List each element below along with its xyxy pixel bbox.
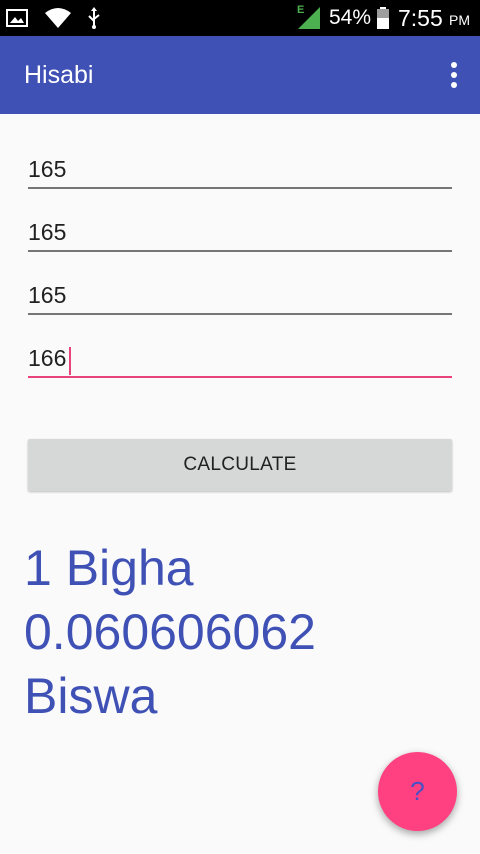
image-icon — [6, 0, 28, 36]
battery-percent: 54% — [329, 6, 372, 29]
input-field-2 — [28, 204, 452, 254]
overflow-menu-icon-dot — [451, 82, 457, 88]
number-input-2[interactable] — [28, 204, 452, 252]
result-line-1: 1 Bigha — [24, 540, 194, 596]
help-fab-button[interactable]: ? — [378, 752, 457, 831]
help-icon: ? — [410, 776, 425, 806]
overflow-menu-icon — [451, 62, 457, 68]
usb-icon — [86, 0, 102, 36]
input-field-3 — [28, 267, 452, 317]
app-bar: Hisabi — [0, 36, 480, 114]
status-bar: E 54% 7:55 PM — [0, 0, 480, 36]
number-input-1[interactable] — [28, 141, 452, 189]
calculate-button[interactable]: CALCULATE — [28, 439, 452, 491]
result-line-2: 0.060606062 — [24, 604, 316, 660]
app-title: Hisabi — [24, 61, 94, 89]
status-ampm: PM — [449, 12, 470, 28]
overflow-menu-icon-dot — [451, 72, 457, 78]
battery-icon — [376, 0, 390, 36]
input-field-1 — [28, 141, 452, 191]
overflow-menu-button[interactable] — [442, 57, 466, 93]
wifi-icon — [44, 0, 72, 36]
network-type-label: E — [297, 4, 305, 16]
status-time: 7:55 — [398, 5, 443, 31]
number-input-4[interactable] — [28, 330, 452, 378]
result-line-3: Biswa — [24, 668, 158, 724]
text-cursor — [69, 347, 71, 375]
input-field-4 — [28, 330, 452, 380]
result-text: 1 Bigha 0.060606062 Biswa — [24, 536, 464, 728]
number-input-3[interactable] — [28, 267, 452, 315]
